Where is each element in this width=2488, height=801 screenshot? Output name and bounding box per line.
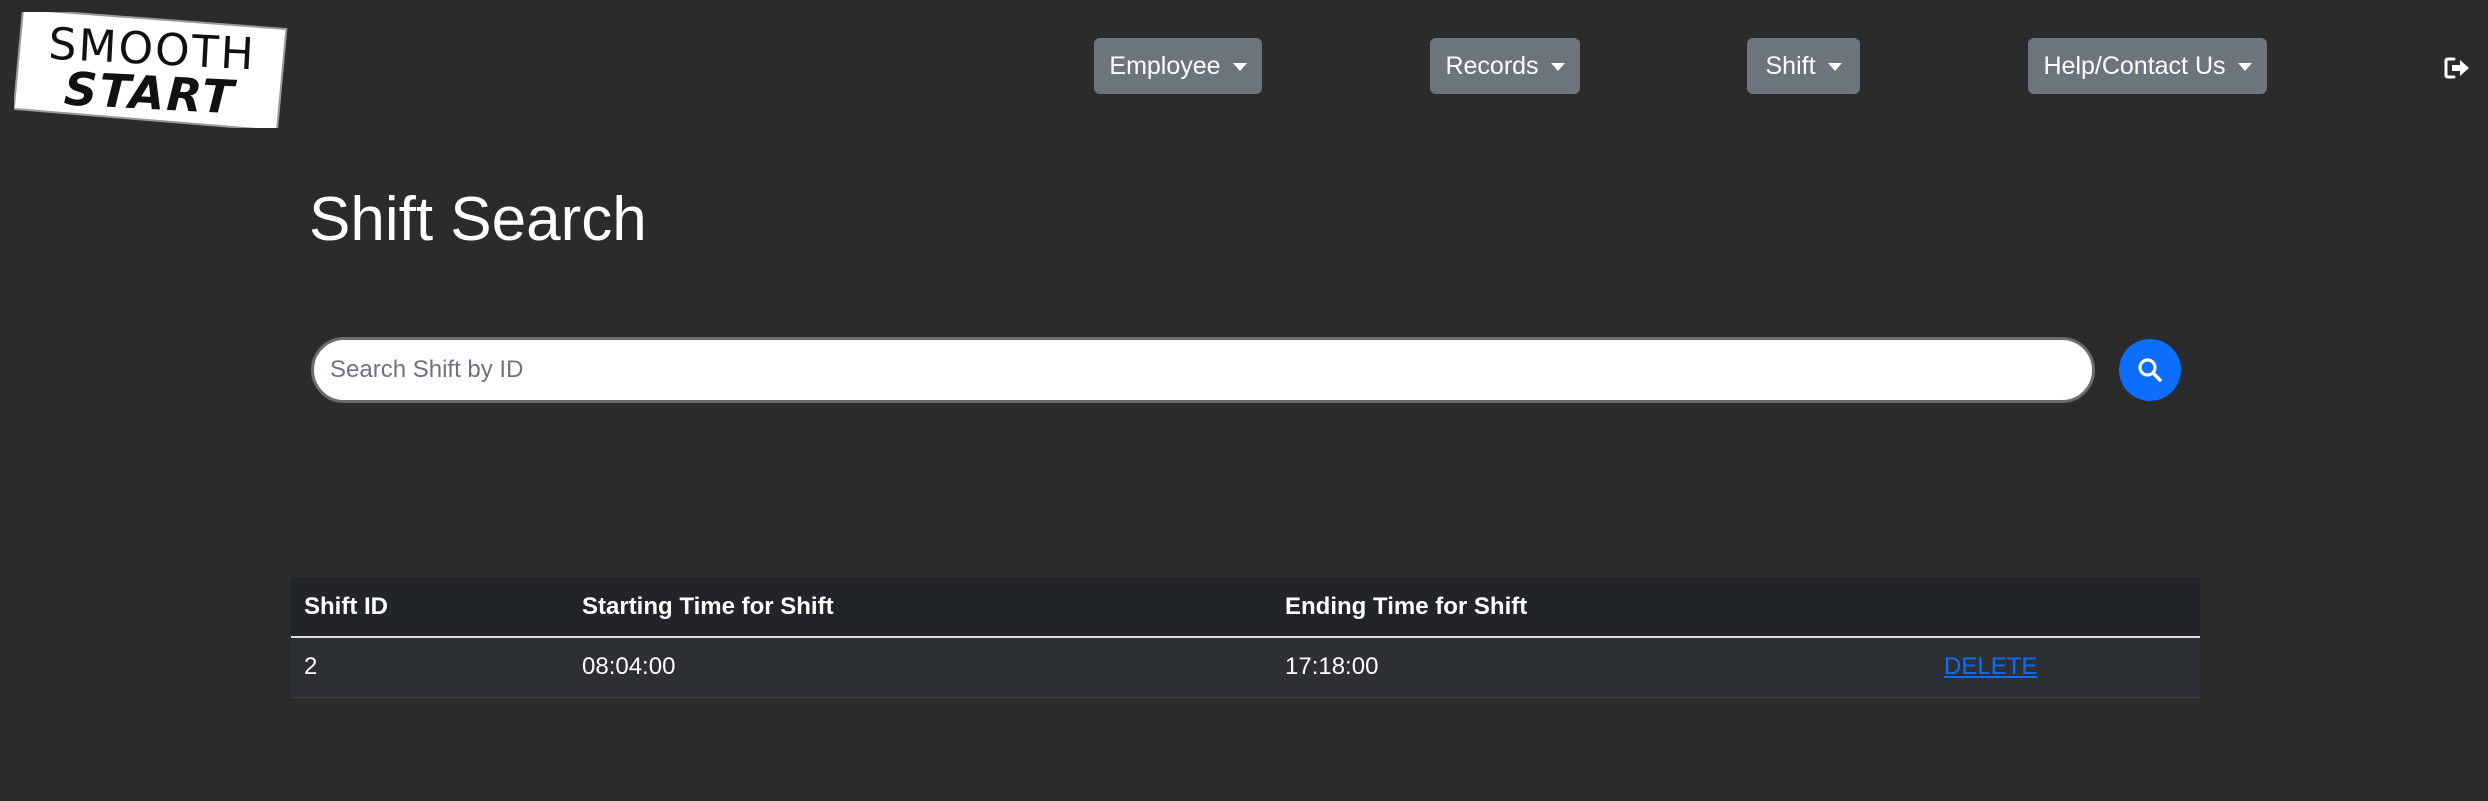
- search-button[interactable]: [2119, 339, 2181, 401]
- search-icon: [2138, 358, 2162, 382]
- cell-actions: DELETE: [1944, 637, 2200, 698]
- caret-down-icon: [1232, 63, 1247, 71]
- nav-shift-dropdown[interactable]: Shift: [1747, 38, 1860, 94]
- nav-shift-label: Shift: [1765, 51, 1816, 80]
- column-header-shift-id: Shift ID: [291, 577, 569, 638]
- nav-employee-label: Employee: [1109, 51, 1221, 80]
- nav-records-dropdown[interactable]: Records: [1430, 38, 1580, 94]
- logout-icon[interactable]: [2444, 56, 2470, 80]
- delete-link[interactable]: DELETE: [1944, 653, 2037, 680]
- column-header-start-time: Starting Time for Shift: [569, 577, 1272, 638]
- search-input[interactable]: [311, 337, 2095, 403]
- caret-down-icon: [1827, 63, 1842, 71]
- table-row: 2 08:04:00 17:18:00 DELETE: [291, 637, 2200, 698]
- caret-down-icon: [1550, 63, 1565, 71]
- column-header-end-time: Ending Time for Shift: [1272, 577, 1944, 638]
- page-title: Shift Search: [309, 185, 647, 254]
- cell-start-time: 08:04:00: [569, 637, 1272, 698]
- logo-line2: START: [63, 62, 238, 125]
- smooth-start-logo[interactable]: SMOOTH START: [14, 12, 288, 128]
- cell-shift-id: 2: [291, 637, 569, 698]
- column-header-actions: [1944, 577, 2200, 638]
- nav-help-dropdown[interactable]: Help/Contact Us: [2028, 38, 2267, 94]
- nav-records-label: Records: [1445, 51, 1539, 80]
- navbar: SMOOTH START Employee Records Shift Help…: [0, 0, 2488, 150]
- cell-end-time: 17:18:00: [1272, 637, 1944, 698]
- shift-results-table: Shift ID Starting Time for Shift Ending …: [291, 577, 2200, 698]
- table-header-row: Shift ID Starting Time for Shift Ending …: [291, 577, 2200, 638]
- nav-employee-dropdown[interactable]: Employee: [1094, 38, 1262, 94]
- caret-down-icon: [2237, 63, 2252, 71]
- nav-help-label: Help/Contact Us: [2043, 51, 2226, 80]
